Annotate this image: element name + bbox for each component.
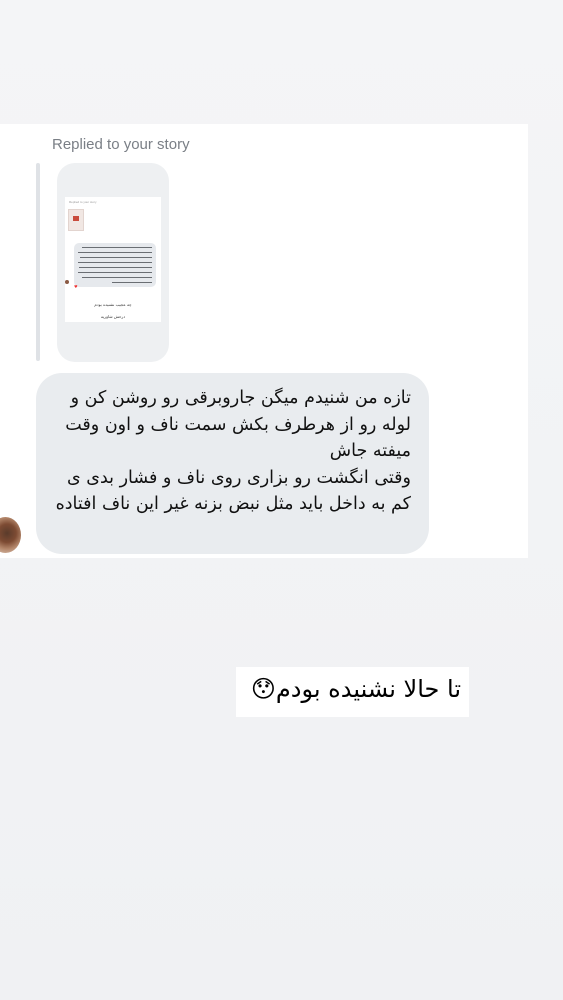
message-bubble[interactable]: تازه من شنیدم میگن جاروبرقی رو روشن کن و… <box>36 373 429 554</box>
thumbnail-message-bubble <box>74 243 156 287</box>
thumbnail-caption-secondary: درحش شاوریه <box>100 314 126 319</box>
replied-to-story-label: Replied to your story <box>52 136 190 153</box>
message-text: تازه من شنیدم میگن جاروبرقی رو روشن کن و… <box>55 388 411 514</box>
thumbnail-text-line <box>80 257 152 258</box>
thumbnail-text-line <box>82 247 152 248</box>
reply-quote-bar <box>36 163 40 361</box>
thumbnail-text-line <box>78 272 152 273</box>
thumbnail-text-line <box>82 277 152 278</box>
thumbnail-text-line <box>78 252 152 253</box>
thumbnail-caption: چه عجیب نشنیده بودم <box>94 302 132 307</box>
heart-icon: ♥ <box>74 284 78 289</box>
thumbnail-text-line <box>112 282 152 283</box>
story-text-overlay: تا حالا نشنیده بودم😯 <box>236 667 469 717</box>
thumbnail-story-image <box>68 209 84 231</box>
thumbnail-avatar <box>65 280 69 284</box>
thumbnail-text-line <box>79 267 152 268</box>
thumbnail-reply-label: Replied to your story <box>69 200 97 204</box>
story-thumbnail[interactable]: Replied to your story ♥ چه عجیب نشنیده ب… <box>57 163 169 362</box>
overlay-caption-text: تا حالا نشنیده بودم😯 <box>250 675 461 703</box>
thumbnail-text-line <box>78 262 152 263</box>
